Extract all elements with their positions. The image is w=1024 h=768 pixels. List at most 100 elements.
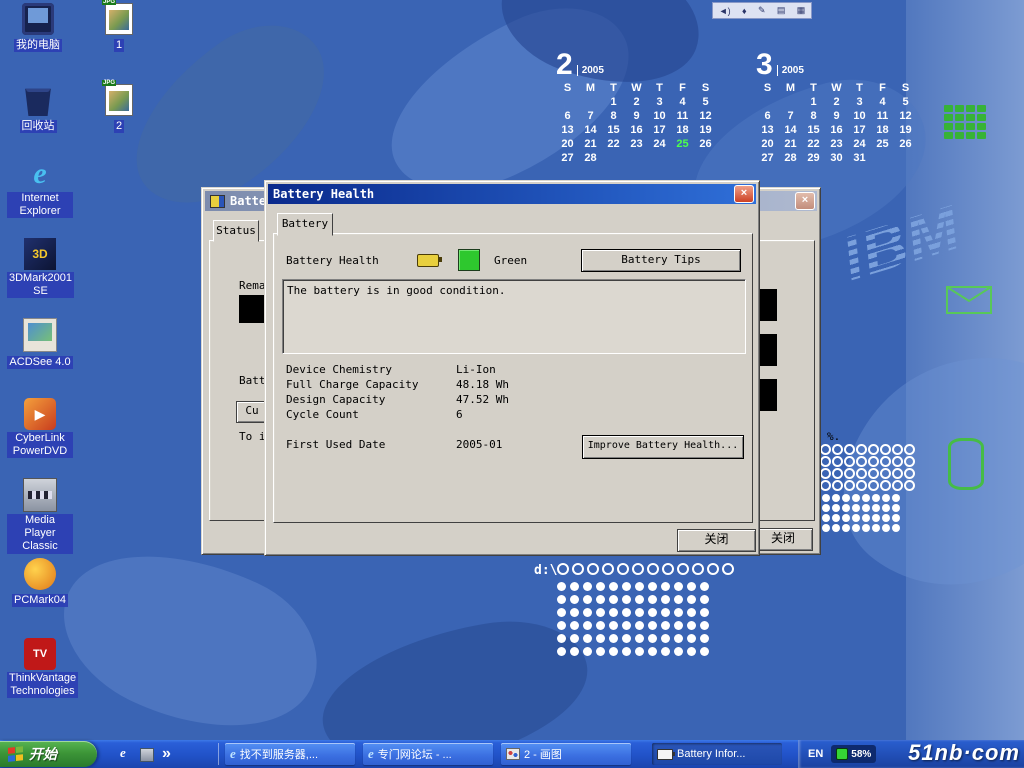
battery-health-label: Battery Health bbox=[286, 254, 379, 267]
start-label: 开始 bbox=[29, 744, 57, 764]
battery-health-dialog: Battery Health × Battery Battery Health … bbox=[264, 180, 760, 556]
computer-icon bbox=[22, 3, 54, 35]
windows-flag-icon bbox=[8, 746, 24, 762]
icon-label: 我的电脑 bbox=[14, 39, 62, 52]
gauge-box bbox=[239, 295, 267, 323]
pen-icon[interactable]: ✎ bbox=[758, 5, 766, 16]
calendar-month: 3 bbox=[756, 52, 773, 78]
close-button[interactable]: 关闭 bbox=[677, 529, 756, 552]
desktop: 2 2005 SMTWTFS12345678910111213141516171… bbox=[0, 0, 1024, 768]
jpg-badge: JPG bbox=[102, 80, 116, 86]
desktop-icon-acdsee[interactable]: ACDSee 4.0 bbox=[7, 318, 73, 370]
battery-tips-button[interactable]: Battery Tips bbox=[581, 249, 741, 272]
icon-label: 1 bbox=[114, 39, 124, 52]
thinkvantage-icon: TV bbox=[24, 638, 56, 670]
window-title: Batte bbox=[230, 194, 266, 208]
icon-label: Internet Explorer bbox=[7, 192, 73, 218]
calendar-month: 2 bbox=[556, 52, 573, 78]
calculator-grid-icon bbox=[944, 105, 986, 139]
jpg-file-icon: JPG bbox=[105, 3, 133, 35]
dialog-titlebar[interactable]: Battery Health × bbox=[268, 184, 756, 204]
task-label: Battery Infor... bbox=[677, 748, 745, 760]
quicklaunch-chevron-icon[interactable]: » bbox=[162, 745, 171, 763]
desktop-icon-powerdvd[interactable]: ▶ CyberLink PowerDVD bbox=[7, 398, 73, 459]
mic-icon[interactable]: ♦ bbox=[742, 6, 747, 16]
desktop-icon-recycle-bin[interactable]: 回收站 bbox=[5, 84, 71, 134]
first-used-value: 2005-01 bbox=[456, 438, 502, 451]
battery-cell-icon bbox=[836, 748, 848, 760]
tray-battery-indicator[interactable]: 58% bbox=[831, 745, 876, 763]
watermark: 51nb·com bbox=[908, 740, 1020, 766]
battery-cylinder-icon bbox=[948, 438, 984, 490]
quicklaunch-ie-icon[interactable]: e bbox=[120, 745, 126, 761]
window-icon bbox=[210, 195, 225, 208]
health-status-indicator bbox=[458, 249, 480, 271]
condition-textbox: The battery is in good condition. bbox=[282, 279, 746, 354]
close-button[interactable]: 关闭 bbox=[753, 528, 813, 551]
improve-battery-health-button[interactable]: Improve Battery Health... bbox=[582, 435, 744, 459]
percent-fragment: %. bbox=[827, 430, 840, 443]
desktop-icon-media-player-classic[interactable]: Media Player Classic bbox=[7, 478, 73, 554]
task-button-forum[interactable]: e 专门网论坛 - ... bbox=[363, 743, 493, 765]
acdsee-icon bbox=[23, 318, 57, 352]
keyboard-icon[interactable]: ▦ bbox=[797, 5, 806, 16]
task-label: 2 - 画图 bbox=[524, 746, 562, 762]
task-button-paint[interactable]: 2 - 画图 bbox=[501, 743, 631, 765]
detail-value: Li-Ion bbox=[456, 363, 496, 376]
pcmark-icon bbox=[24, 558, 56, 590]
quicklaunch-media-icon[interactable] bbox=[140, 748, 154, 762]
drive-label: d:\ bbox=[534, 563, 557, 578]
paint-icon bbox=[506, 748, 520, 760]
dot-row-rings bbox=[557, 563, 734, 575]
calendar-year: 2005 bbox=[777, 65, 804, 76]
powerdvd-icon: ▶ bbox=[24, 398, 56, 430]
icon-label: 3DMark2001 SE bbox=[7, 272, 74, 298]
language-indicator[interactable]: EN bbox=[808, 748, 823, 760]
calendar-february: 2 2005 SMTWTFS12345678910111213141516171… bbox=[556, 52, 717, 164]
dot-pattern-filled bbox=[822, 494, 900, 532]
close-icon[interactable]: × bbox=[795, 192, 815, 210]
start-button[interactable]: 开始 bbox=[0, 741, 97, 767]
task-button-battery-information[interactable]: Battery Infor... bbox=[652, 743, 782, 765]
desktop-icon-jpg-2[interactable]: JPG 2 bbox=[86, 84, 152, 134]
desktop-icon-my-computer[interactable]: 我的电脑 bbox=[5, 3, 71, 53]
desktop-icon-pcmark[interactable]: PCMark04 bbox=[7, 558, 73, 608]
top-tray[interactable]: ◄) ♦ ✎ ▤ ▦ bbox=[712, 2, 812, 19]
detail-value: 47.52 Wh bbox=[456, 393, 509, 406]
envelope-icon bbox=[946, 286, 992, 319]
calendar-march: 3 2005 SMTWTFS12345678910111213141516171… bbox=[756, 52, 917, 164]
speaker-icon[interactable]: ◄) bbox=[719, 6, 731, 16]
icon-label: 2 bbox=[114, 120, 124, 133]
task-button-server[interactable]: e 找不到服务器,... bbox=[225, 743, 355, 765]
taskbar: 开始 e » e 找不到服务器,... e 专门网论坛 - ... 2 - 画图… bbox=[0, 740, 1024, 768]
detail-label: Design Capacity bbox=[286, 393, 385, 406]
close-icon[interactable]: × bbox=[734, 185, 754, 203]
desktop-icon-internet-explorer[interactable]: e Internet Explorer bbox=[7, 158, 73, 219]
icon-label: Media Player Classic bbox=[7, 514, 73, 554]
detail-label: Device Chemistry bbox=[286, 363, 392, 376]
detail-value: 6 bbox=[456, 408, 463, 421]
calendar-grid: SMTWTFS123456789101112131415161718192021… bbox=[756, 82, 917, 164]
jpg-badge: JPG bbox=[102, 0, 116, 5]
recycle-bin-icon bbox=[22, 84, 54, 116]
detail-label: Full Charge Capacity bbox=[286, 378, 418, 391]
internet-explorer-icon: e bbox=[24, 158, 56, 190]
battery-icon bbox=[417, 254, 439, 267]
icon-label: ThinkVantage Technologies bbox=[7, 672, 78, 698]
dot-pattern-rings bbox=[820, 444, 915, 491]
display-icon[interactable]: ▤ bbox=[777, 5, 786, 16]
ie-icon: e bbox=[368, 746, 374, 762]
icon-label: 回收站 bbox=[20, 120, 57, 133]
tab-status[interactable]: Status bbox=[213, 220, 259, 242]
condition-text: The battery is in good condition. bbox=[287, 284, 506, 297]
desktop-icon-3dmark[interactable]: 3D 3DMark2001 SE bbox=[7, 238, 73, 299]
ie-icon: e bbox=[230, 746, 236, 762]
first-used-label: First Used Date bbox=[286, 438, 385, 451]
jpg-file-icon: JPG bbox=[105, 84, 133, 116]
tab-battery[interactable]: Battery bbox=[277, 213, 333, 236]
note-fragment: To i bbox=[239, 430, 266, 443]
desktop-icon-jpg-1[interactable]: JPG 1 bbox=[86, 3, 152, 53]
dialog-title: Battery Health bbox=[273, 187, 374, 201]
detail-value: 48.18 Wh bbox=[456, 378, 509, 391]
desktop-icon-thinkvantage[interactable]: TV ThinkVantage Technologies bbox=[7, 638, 73, 699]
